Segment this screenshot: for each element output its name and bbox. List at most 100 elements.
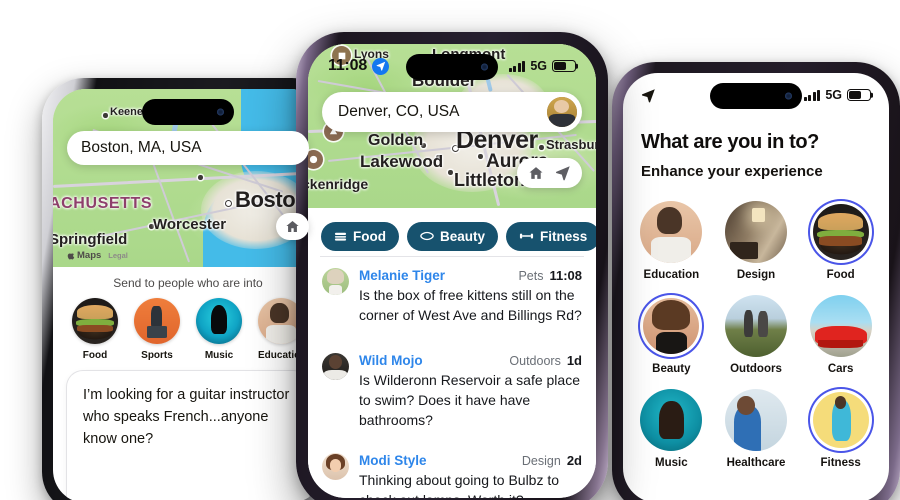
- center-dynamic-island: [406, 54, 498, 80]
- education-photo: [640, 201, 703, 263]
- left-map-home-button[interactable]: [276, 213, 309, 240]
- signal-bars-icon: [508, 60, 526, 72]
- map-label-lakewood: Lakewood: [360, 152, 444, 171]
- phone-center-screen: Lyons Longmont Boulder Golden Denver Str…: [308, 44, 596, 498]
- interest-design[interactable]: Design: [714, 201, 799, 281]
- interest-circle: [640, 389, 703, 451]
- feed-post[interactable]: Modi Style Design 2d Thinking about goin…: [308, 439, 596, 498]
- interest-label: Fitness: [820, 457, 861, 469]
- right-status-indicators: 5G: [803, 88, 871, 102]
- post-time: 2d: [566, 453, 582, 469]
- interest-label: Cars: [827, 363, 854, 375]
- left-dynamic-island: [142, 99, 234, 125]
- interest-label: Healthcare: [726, 457, 786, 469]
- category-food[interactable]: Food: [72, 298, 118, 361]
- apple-maps-logo: Maps: [67, 250, 101, 261]
- category-music[interactable]: Music: [196, 298, 242, 361]
- phone-right: 5G What are you in to? Enhance your expe…: [612, 62, 900, 500]
- navigation-arrow-icon: [641, 88, 656, 103]
- post-body: Wild Mojo Outdoors 1d Is Wilderonn Reser…: [359, 353, 582, 431]
- post-category[interactable]: Design: [522, 454, 561, 468]
- interest-food[interactable]: Food: [798, 201, 883, 281]
- post-body: Modi Style Design 2d Thinking about goin…: [359, 453, 582, 498]
- post-avatar[interactable]: [322, 453, 349, 481]
- post-body: Melanie Tiger Pets 11:08 Is the box of f…: [359, 268, 582, 326]
- interest-circle-selected: [640, 295, 702, 357]
- interest-circle-selected: [810, 389, 872, 451]
- interest-label: Design: [736, 269, 776, 281]
- profile-avatar[interactable]: [547, 97, 577, 127]
- left-send-to-section: Send to people who are into Food Sports …: [53, 267, 323, 363]
- map-dot: [539, 145, 544, 150]
- chip-fitness[interactable]: Fitness: [506, 221, 596, 251]
- center-map-controls[interactable]: [517, 158, 582, 188]
- map-dot-boston: [225, 200, 232, 207]
- map-dot: [448, 170, 453, 175]
- interest-healthcare[interactable]: Healthcare: [714, 389, 799, 469]
- promo-composite: Keene ACHUSETTS Boston Worcester Springf…: [0, 0, 900, 500]
- map-label-keene: Keene: [110, 106, 144, 118]
- map-legal-link[interactable]: Legal: [108, 251, 128, 260]
- left-message-composer[interactable]: I’m looking for a guitar instructor who …: [67, 371, 309, 500]
- center-location-value: Denver, CO, USA: [338, 103, 460, 120]
- map-label-strasburg: Strasburg: [546, 137, 596, 152]
- interest-cars[interactable]: Cars: [798, 295, 883, 375]
- right-page-title: What are you in to?: [641, 131, 819, 153]
- feed-post[interactable]: Wild Mojo Outdoors 1d Is Wilderonn Reser…: [308, 335, 596, 440]
- phone-center: Lyons Longmont Boulder Golden Denver Str…: [296, 32, 608, 500]
- front-camera-icon: [217, 108, 224, 116]
- dumbbell-icon: [519, 231, 534, 241]
- chip-label: Fitness: [540, 228, 588, 244]
- chip-label: Beauty: [440, 228, 486, 244]
- map-label-worcester: Worcester: [153, 216, 227, 233]
- category-label: Sports: [141, 350, 173, 361]
- food-photo: [72, 298, 118, 344]
- feed-post[interactable]: Melanie Tiger Pets 11:08 Is the box of f…: [308, 257, 596, 335]
- post-category[interactable]: Outdoors: [509, 354, 560, 368]
- status-time: 11:08: [328, 57, 368, 74]
- center-feed[interactable]: Melanie Tiger Pets 11:08 Is the box of f…: [308, 256, 596, 498]
- front-camera-icon: [481, 63, 488, 71]
- interest-fitness[interactable]: Fitness: [798, 389, 883, 469]
- healthcare-photo: [724, 389, 787, 451]
- center-location-search[interactable]: Denver, CO, USA: [322, 92, 582, 132]
- center-status-indicators: 5G: [508, 59, 576, 73]
- post-time: 1d: [566, 352, 582, 368]
- outdoors-photo: [724, 295, 787, 357]
- map-label-golden: Golden: [368, 132, 424, 149]
- map-label-breckenridge: ckenridge: [308, 176, 369, 192]
- interest-circle: [724, 201, 787, 263]
- phone-left-screen: Keene ACHUSETTS Boston Worcester Springf…: [53, 89, 323, 500]
- interest-label: Outdoors: [730, 363, 782, 375]
- post-avatar[interactable]: [322, 268, 349, 295]
- post-category[interactable]: Pets: [518, 269, 543, 283]
- fitness-photo: [812, 392, 869, 448]
- post-author[interactable]: Wild Mojo: [359, 353, 423, 368]
- post-avatar[interactable]: [322, 352, 349, 380]
- music-photo: [640, 389, 703, 451]
- interest-education[interactable]: Education: [629, 201, 714, 281]
- left-location-search[interactable]: Boston, MA, USA: [67, 131, 309, 165]
- interest-label: Education: [643, 269, 700, 281]
- interest-circle: [724, 295, 787, 357]
- chip-food[interactable]: Food: [321, 221, 399, 251]
- battery-icon: [552, 60, 576, 72]
- maps-wordmark: Maps: [77, 250, 102, 261]
- post-author[interactable]: Modi Style: [359, 453, 427, 468]
- post-author[interactable]: Melanie Tiger: [359, 268, 445, 283]
- beauty-photo: [643, 298, 700, 354]
- chip-beauty[interactable]: Beauty: [407, 221, 499, 251]
- cars-photo: [809, 295, 872, 357]
- composer-text: I’m looking for a guitar instructor who …: [83, 387, 290, 447]
- category-sports[interactable]: Sports: [134, 298, 180, 361]
- map-label-springfield: Springfield: [53, 231, 128, 248]
- map-dot: [103, 113, 108, 118]
- interest-music[interactable]: Music: [629, 389, 714, 469]
- navigation-arrow-icon: [555, 166, 570, 181]
- interest-outdoors[interactable]: Outdoors: [714, 295, 799, 375]
- center-filter-chips[interactable]: Food Beauty Fitness: [308, 216, 596, 256]
- left-location-value: Boston, MA, USA: [81, 139, 202, 156]
- post-text: Is Wilderonn Reservoir a safe place to s…: [359, 371, 580, 428]
- interest-beauty[interactable]: Beauty: [629, 295, 714, 375]
- location-arrow-icon: [372, 57, 390, 75]
